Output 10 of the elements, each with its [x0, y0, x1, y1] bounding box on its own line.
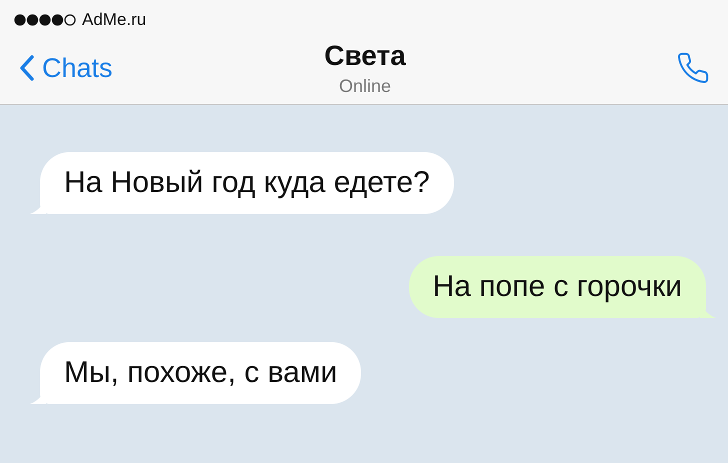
back-button[interactable]: Chats — [20, 52, 113, 84]
incoming-message: На Новый год куда едете? — [30, 152, 454, 214]
outgoing-message: На попе с горочки — [408, 256, 716, 318]
incoming-message: Мы, похоже, с вами — [30, 342, 362, 404]
phone-icon[interactable] — [676, 51, 710, 85]
carrier-name: AdMe.ru — [82, 10, 146, 30]
contact-name: Света — [324, 40, 406, 72]
signal-icon — [14, 14, 76, 26]
contact-status: Online — [338, 76, 392, 96]
chevron-left-icon — [20, 55, 34, 81]
